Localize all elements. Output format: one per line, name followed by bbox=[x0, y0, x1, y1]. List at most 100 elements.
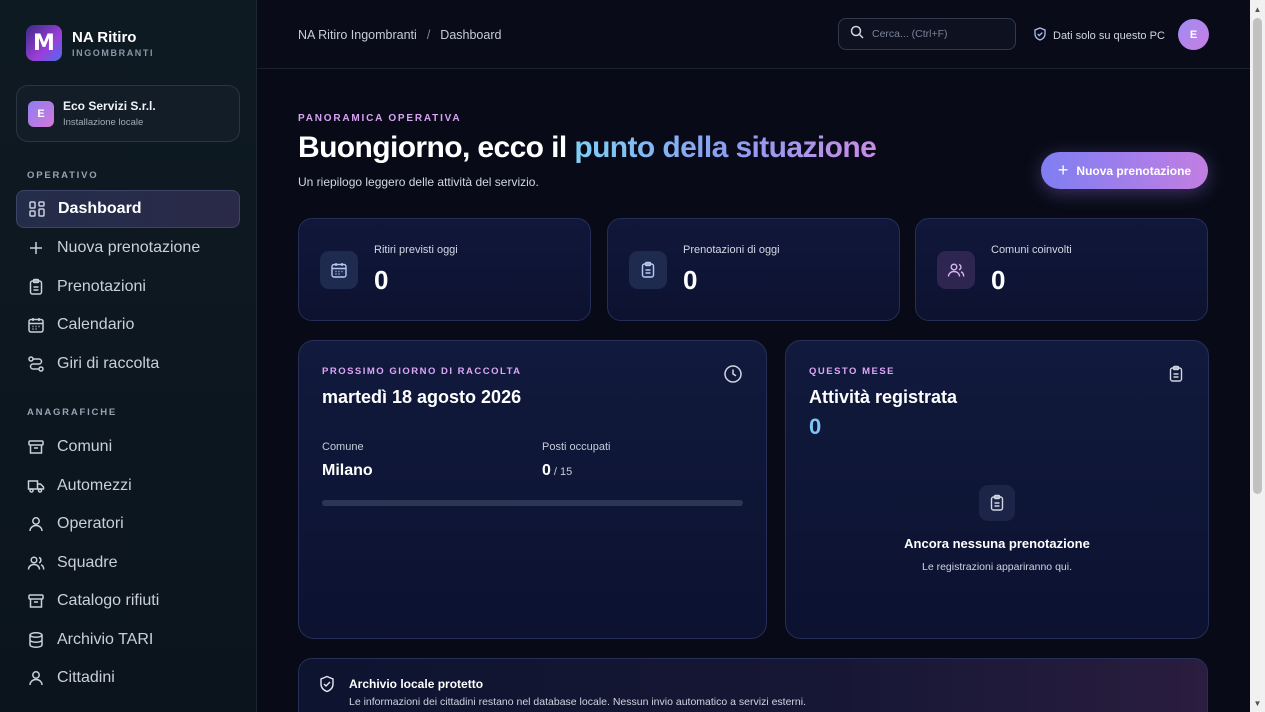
sidebar-item-archivio-tari[interactable]: Archivio TARI bbox=[16, 621, 240, 659]
brand-name: NA Ritiro bbox=[72, 28, 137, 46]
local-archive-notice: Archivio locale protetto Le informazioni… bbox=[298, 658, 1208, 712]
page-title: Buongiorno, ecco il punto della situazio… bbox=[298, 131, 877, 165]
privacy-indicator: Dati solo su questo PC bbox=[1033, 27, 1165, 44]
sidebar-item-automezzi[interactable]: Automezzi bbox=[16, 467, 240, 505]
sidebar-item-nuova-prenotazione[interactable]: Nuova prenotazione bbox=[16, 229, 240, 267]
month-title: Attività registrata bbox=[809, 387, 958, 407]
posti-value: 0/ 15 bbox=[542, 462, 572, 480]
empty-state-subtitle: Le registrazioni appariranno qui. bbox=[921, 561, 1072, 573]
hero-eyebrow: PANORAMICA OPERATIVA bbox=[298, 113, 462, 124]
sidebar-item-label: Nuova prenotazione bbox=[57, 239, 201, 256]
stat-label: Ritiri previsti oggi bbox=[374, 244, 458, 256]
sidebar-item-label: Giri di raccolta bbox=[57, 355, 160, 372]
title-highlight: punto della situazione bbox=[574, 131, 877, 164]
scroll-up-arrow-icon[interactable]: ▲ bbox=[1250, 2, 1265, 16]
month-activity-panel: QUESTO MESE Attività registrata 0 Ancora… bbox=[785, 340, 1209, 639]
sidebar-item-label: Comuni bbox=[57, 438, 113, 455]
sidebar-item-dashboard[interactable]: Dashboard bbox=[16, 190, 240, 228]
search-icon bbox=[850, 25, 864, 44]
shield-check-icon bbox=[318, 675, 336, 698]
panel-eyebrow: QUESTO MESE bbox=[809, 366, 896, 377]
database-icon bbox=[27, 631, 45, 649]
brand-subtitle: INGOMBRANTI bbox=[72, 47, 155, 58]
stat-value: 0 bbox=[683, 265, 698, 295]
page-subtitle: Un riepilogo leggero delle attività del … bbox=[298, 175, 539, 189]
stat-card-comuni: Comuni coinvolti 0 bbox=[915, 218, 1208, 321]
archive-icon bbox=[27, 592, 45, 610]
sidebar-item-prenotazioni[interactable]: Prenotazioni bbox=[16, 268, 240, 306]
sidebar-item-label: Prenotazioni bbox=[57, 278, 146, 295]
shield-check-icon bbox=[1033, 27, 1053, 44]
user-icon bbox=[27, 669, 45, 687]
stat-card-prenotazioni: Prenotazioni di oggi 0 bbox=[607, 218, 900, 321]
month-value: 0 bbox=[809, 414, 822, 439]
clock-icon bbox=[722, 363, 744, 385]
section-label-anagrafiche: ANAGRAFICHE bbox=[27, 407, 117, 418]
route-icon bbox=[27, 355, 45, 373]
brand[interactable]: M NA Ritiro INGOMBRANTI bbox=[26, 25, 154, 61]
section-label-operativo: OPERATIVO bbox=[27, 170, 99, 181]
stat-card-ritiri: Ritiri previsti oggi 0 bbox=[298, 218, 591, 321]
new-booking-button[interactable]: + Nuova prenotazione bbox=[1041, 152, 1208, 189]
clipboard-icon bbox=[1165, 363, 1187, 385]
panel-eyebrow: PROSSIMO GIORNO DI RACCOLTA bbox=[322, 366, 522, 377]
posti-total: / 15 bbox=[553, 466, 573, 478]
sidebar-item-label: Operatori bbox=[57, 515, 124, 532]
breadcrumb: NA Ritiro Ingombranti / Dashboard bbox=[298, 28, 501, 42]
search-input[interactable] bbox=[872, 28, 1012, 40]
clipboard-icon bbox=[629, 251, 667, 289]
stat-value: 0 bbox=[991, 265, 1006, 295]
dashboard-icon bbox=[28, 200, 46, 218]
comune-label: Comune bbox=[322, 441, 364, 453]
sidebar-item-giri-di-raccolta[interactable]: Giri di raccolta bbox=[16, 345, 240, 383]
org-avatar: E bbox=[28, 100, 54, 127]
title-plain: Buongiorno, ecco il bbox=[298, 131, 575, 164]
scrollbar-thumb[interactable] bbox=[1253, 18, 1262, 494]
capacity-progress-bar bbox=[322, 500, 743, 506]
posti-occupied: 0 bbox=[542, 462, 551, 479]
clipboard-icon bbox=[979, 485, 1015, 521]
sidebar-item-squadre[interactable]: Squadre bbox=[16, 544, 240, 582]
new-booking-label: Nuova prenotazione bbox=[1076, 163, 1192, 178]
next-collection-date: martedì 18 agosto 2026 bbox=[322, 387, 522, 407]
notice-title: Archivio locale protetto bbox=[349, 677, 484, 691]
plus-icon: + bbox=[1057, 160, 1069, 180]
org-subtitle: Installazione locale bbox=[63, 117, 144, 128]
breadcrumb-separator: / bbox=[426, 28, 431, 42]
posti-label: Posti occupati bbox=[542, 441, 611, 453]
top-header: NA Ritiro Ingombranti / Dashboard Dati sol… bbox=[257, 0, 1250, 69]
privacy-label: Dati solo su questo PC bbox=[1053, 29, 1165, 42]
page-scrollbar[interactable]: ▲ ▼ bbox=[1250, 0, 1265, 712]
breadcrumb-item-current: Dashboard bbox=[440, 28, 502, 42]
sidebar-item-label: Dashboard bbox=[58, 200, 142, 217]
sidebar: M NA Ritiro INGOMBRANTI E Eco Servizi S.… bbox=[0, 0, 257, 712]
archive-icon bbox=[27, 438, 45, 456]
calendar-icon bbox=[27, 316, 45, 334]
sidebar-item-label: Automezzi bbox=[57, 477, 132, 494]
comune-value: Milano bbox=[322, 462, 373, 479]
sidebar-item-label: Archivio TARI bbox=[57, 631, 154, 648]
search-box[interactable] bbox=[838, 18, 1016, 50]
breadcrumb-item-app[interactable]: NA Ritiro Ingombranti bbox=[298, 28, 417, 42]
scroll-down-arrow-icon[interactable]: ▼ bbox=[1250, 696, 1265, 710]
org-name: Eco Servizi S.r.l. bbox=[63, 99, 156, 113]
sidebar-item-label: Catalogo rifiuti bbox=[57, 592, 160, 609]
empty-state-title: Ancora nessuna prenotazione bbox=[904, 536, 1090, 551]
sidebar-item-label: Cittadini bbox=[57, 669, 115, 686]
stat-label: Comuni coinvolti bbox=[991, 244, 1072, 256]
calendar-icon bbox=[320, 251, 358, 289]
sidebar-item-label: Calendario bbox=[57, 316, 135, 333]
sidebar-item-label: Squadre bbox=[57, 554, 118, 571]
user-avatar[interactable]: E bbox=[1178, 19, 1209, 50]
sidebar-item-cittadini[interactable]: Cittadini bbox=[16, 659, 240, 697]
truck-icon bbox=[27, 477, 45, 495]
organization-switcher[interactable]: E Eco Servizi S.r.l. Installazione local… bbox=[16, 85, 240, 142]
sidebar-item-operatori[interactable]: Operatori bbox=[16, 505, 240, 543]
stat-value: 0 bbox=[374, 265, 389, 295]
notice-text: Le informazioni dei cittadini restano ne… bbox=[349, 696, 806, 708]
sidebar-item-calendario[interactable]: Calendario bbox=[16, 306, 240, 344]
sidebar-item-comuni[interactable]: Comuni bbox=[16, 428, 240, 466]
sidebar-item-catalogo-rifiuti[interactable]: Catalogo rifiuti bbox=[16, 582, 240, 620]
users-icon bbox=[27, 554, 45, 572]
main-content: PANORAMICA OPERATIVA Buongiorno, ecco il… bbox=[257, 69, 1250, 712]
